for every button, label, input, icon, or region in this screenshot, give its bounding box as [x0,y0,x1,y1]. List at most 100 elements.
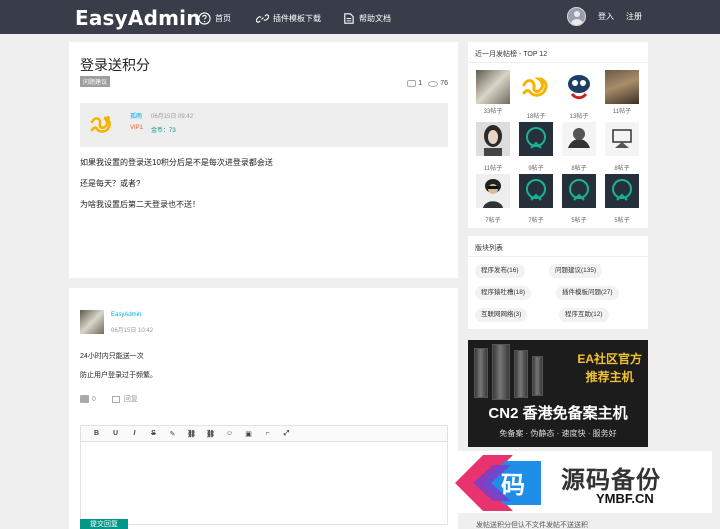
member-item[interactable]: 8帖子 [561,122,597,172]
reply-button[interactable]: 回复 [124,394,138,404]
question-circle-icon [198,11,211,25]
member-post-count: 8帖子 [614,166,630,172]
nav-item-docs[interactable]: 帮助文档 [342,10,391,26]
member-item[interactable]: 33帖子 [475,70,511,115]
fullscreen-icon[interactable]: ⤢ [277,430,296,438]
top-posters-title: 近一月发帖榜 - TOP 12 [475,51,548,58]
emoji-icon[interactable]: ☺ [220,430,239,437]
reply-actions: 0 回复 [80,394,138,404]
server-image [492,344,510,400]
member-post-count: 33帖子 [483,109,503,115]
member-post-count: 18帖子 [526,114,546,120]
member-avatar [476,122,510,156]
underline-button[interactable]: U [106,430,125,437]
code-icon[interactable]: ⌐ [258,430,277,437]
watermark-title: 源码备份 [561,467,661,494]
sections-title: 版块列表 [475,245,503,252]
watermark-site: YMBF.CN [596,491,654,506]
banner-subtitle: 免备案 · 伪静态 · 速度快 · 服务好 [499,429,617,438]
member-item[interactable]: 11帖子 [475,122,511,172]
member-avatar [519,174,553,208]
section-chip[interactable]: 程序猿吐槽(18) [475,286,532,300]
author-info: 孤雨 06月15日 09:42 VIP1 金币：73 [80,103,448,147]
section-chip[interactable]: 程序发布(16) [475,264,525,278]
author-name[interactable]: 孤雨 [130,111,142,120]
link-icon[interactable]: ⛓ [182,430,201,438]
member-item[interactable]: 9帖子 [518,122,554,172]
server-image [514,350,528,398]
post-stats: 1 76 [407,80,448,87]
member-item[interactable]: 13帖子 [561,70,597,120]
member-avatar [562,70,596,104]
banner-line-2: 推荐主机 [585,370,634,384]
site-logo[interactable]: EasyAdmin [75,6,201,30]
hosting-ad-banner[interactable]: EA社区官方 推荐主机 CN2 香港免备案主机 免备案 · 伪静态 · 速度快 … [468,340,648,447]
register-link[interactable]: 注册 [626,11,642,22]
nav-item-home[interactable]: 首页 [198,10,231,26]
user-avatar-icon[interactable] [567,7,586,26]
strike-button[interactable]: S [144,430,163,437]
watermark-glyph: 码 [501,471,525,499]
link-icon [256,13,269,23]
member-post-count: 7帖子 [485,218,501,224]
image-icon[interactable]: ▣ [239,430,258,438]
italic-button[interactable]: I [125,430,144,437]
pen-icon[interactable]: ✎ [163,430,182,438]
member-avatar [562,174,596,208]
banner-line-1: EA社区官方 [577,352,642,366]
member-item[interactable]: 8帖子 [604,122,640,172]
reply-body-line: 防止用户登录过于频繁。 [80,372,157,379]
post-body-line: 为啥我设置后第二天登录也不送！ [80,200,200,209]
login-link[interactable]: 登入 [598,11,614,22]
member-item[interactable]: 18帖子 [518,70,554,120]
server-image [532,356,543,396]
member-item[interactable]: 7帖子 [518,174,554,224]
divider [468,62,648,63]
nav-item-label: 首页 [215,13,231,23]
section-chip[interactable]: 问题建议(135) [549,264,603,278]
member-item[interactable]: 5帖子 [604,174,640,224]
member-post-count: 5帖子 [571,218,587,224]
divider [468,256,648,257]
like-count: 0 [92,395,96,403]
vip-badge: VIP1 [130,125,144,131]
member-item[interactable]: 11帖子 [604,70,640,115]
nav-item-plugins[interactable]: 插件模板下载 [256,10,321,26]
thumbs-up-icon[interactable] [80,395,89,403]
author-time: 06月15日 09:42 [151,114,194,120]
reply-author-name[interactable]: EasyAdmin [111,312,141,318]
member-item[interactable]: 5帖子 [561,174,597,224]
bottom-partial-text: 发帖送积分但认不文件发帖不送送积 [476,522,588,529]
member-avatar [476,174,510,208]
watermark-logo: 码 [455,455,541,511]
member-avatar [476,70,510,104]
member-avatar [605,174,639,208]
author-avatar[interactable] [88,110,116,138]
reply-body-line: 24小时内只能送一次 [80,353,144,360]
top-navbar: EasyAdmin 首页 插件模板下载 帮助文档 登入 注册 [0,0,720,34]
category-tag[interactable]: 问题建议 [80,76,111,87]
member-avatar [605,122,639,156]
section-chip[interactable]: 程序互助(12) [559,308,609,322]
reply-avatar[interactable] [80,310,104,334]
reply-card: EasyAdmin 06月15日 10:42 24小时内只能送一次 防止用户登录… [69,288,458,529]
comment-icon [407,80,417,87]
top-posters-panel: 近一月发帖榜 - TOP 12 33帖子 18帖子 13帖子 11帖子 11帖子… [468,42,648,228]
member-post-count: 7帖子 [528,218,544,224]
reply-editor[interactable]: B U I S ✎ ⛓ ⛓ ☺ ▣ ⌐ ⤢ [80,425,448,525]
member-avatar [519,70,553,104]
bold-button[interactable]: B [87,430,106,437]
reply-icon[interactable] [111,395,120,403]
unlink-icon[interactable]: ⛓ [201,430,220,438]
nav-item-label: 帮助文档 [359,13,391,23]
banner-headline: EA社区官方 推荐主机 [577,350,642,386]
comment-count: 1 [418,80,423,87]
section-chip[interactable]: 互联网网络(3) [475,308,528,322]
member-post-count: 11帖子 [483,166,503,172]
post-title: 登录送积分 [80,57,150,73]
document-icon [344,12,354,24]
section-chip[interactable]: 插件模板问题(27) [556,286,619,300]
submit-reply-button[interactable]: 提交回复 [80,519,128,529]
member-item[interactable]: 7帖子 [475,174,511,224]
eye-icon [428,80,439,87]
